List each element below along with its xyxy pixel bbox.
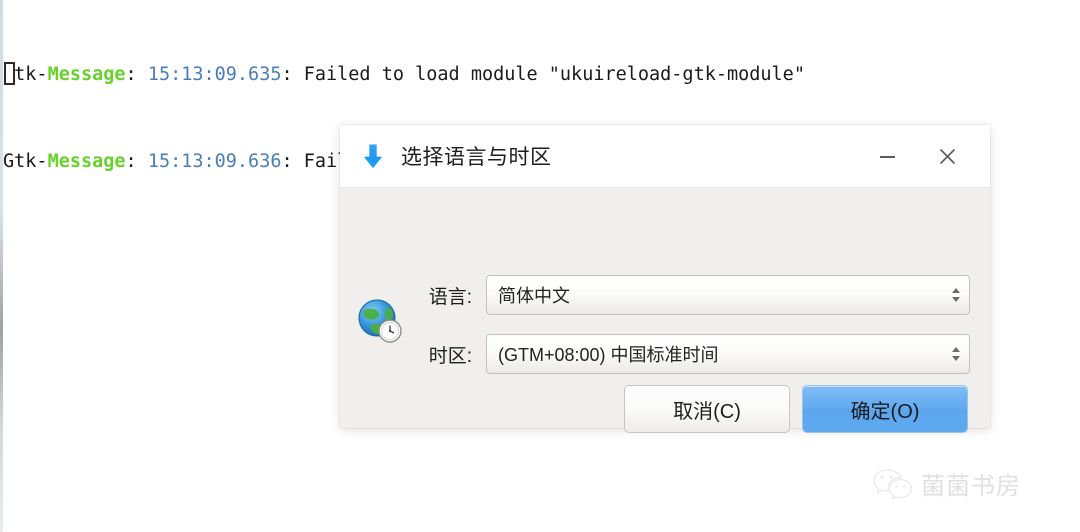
dialog-action-buttons: 取消(C) 确定(O)	[624, 385, 968, 433]
spinner-down-icon	[952, 297, 960, 302]
watermark-text: 菌菌书房	[921, 473, 1021, 500]
language-label: 语言:	[428, 286, 472, 308]
close-icon	[939, 148, 955, 165]
terminal-line-timestamp: 15:13:09.635	[147, 64, 282, 85]
download-arrow-icon	[358, 141, 388, 171]
language-select[interactable]: 简体中文	[486, 275, 970, 315]
spinner-down-icon	[952, 356, 960, 361]
terminal-cursor	[4, 62, 15, 85]
language-timezone-dialog: 选择语言与时区 语言: 简体中文 时区: (GTM+08:00) 中国标准时间 …	[340, 125, 990, 433]
language-field-row: 语言: 简体中文	[410, 275, 970, 315]
confirm-button[interactable]: 确定(O)	[802, 385, 968, 433]
spinner-up-icon	[952, 347, 960, 352]
timezone-select[interactable]: (GTM+08:00) 中国标准时间	[486, 334, 970, 374]
spinner-updown-icon[interactable]	[943, 334, 969, 374]
close-button[interactable]	[924, 125, 970, 188]
spinner-updown-icon[interactable]	[943, 275, 969, 315]
terminal-line-tag: Gtk-	[3, 151, 48, 172]
terminal-line-separator: :	[125, 151, 148, 172]
terminal-line: Gtk-Message: 15:13:09.635: Failed to loa…	[3, 60, 805, 89]
watermark: 菌菌书房	[872, 466, 1021, 501]
dialog-body: 语言: 简体中文 时区: (GTM+08:00) 中国标准时间 取消(C) 确定…	[340, 188, 990, 433]
dialog-title: 选择语言与时区	[401, 146, 552, 169]
terminal-line-level: Message	[47, 151, 126, 172]
dialog-titlebar[interactable]: 选择语言与时区	[340, 125, 990, 188]
cancel-button[interactable]: 取消(C)	[624, 385, 790, 433]
timezone-field-row: 时区: (GTM+08:00) 中国标准时间	[410, 334, 970, 374]
terminal-line-level: Message	[47, 64, 126, 85]
language-selected-value: 简体中文	[498, 286, 570, 306]
terminal-line-message: : Failed to load module "ukuireload-gtk-…	[281, 64, 805, 85]
wechat-icon	[873, 468, 912, 500]
terminal-line-separator: :	[125, 64, 148, 85]
spinner-up-icon	[952, 288, 960, 293]
minimize-icon	[879, 155, 895, 158]
timezone-selected-value: (GTM+08:00) 中国标准时间	[498, 345, 719, 365]
globe-clock-icon	[357, 298, 403, 344]
minimize-button[interactable]	[864, 125, 910, 188]
timezone-label: 时区:	[428, 345, 472, 367]
terminal-line-timestamp: 15:13:09.636	[147, 151, 282, 172]
